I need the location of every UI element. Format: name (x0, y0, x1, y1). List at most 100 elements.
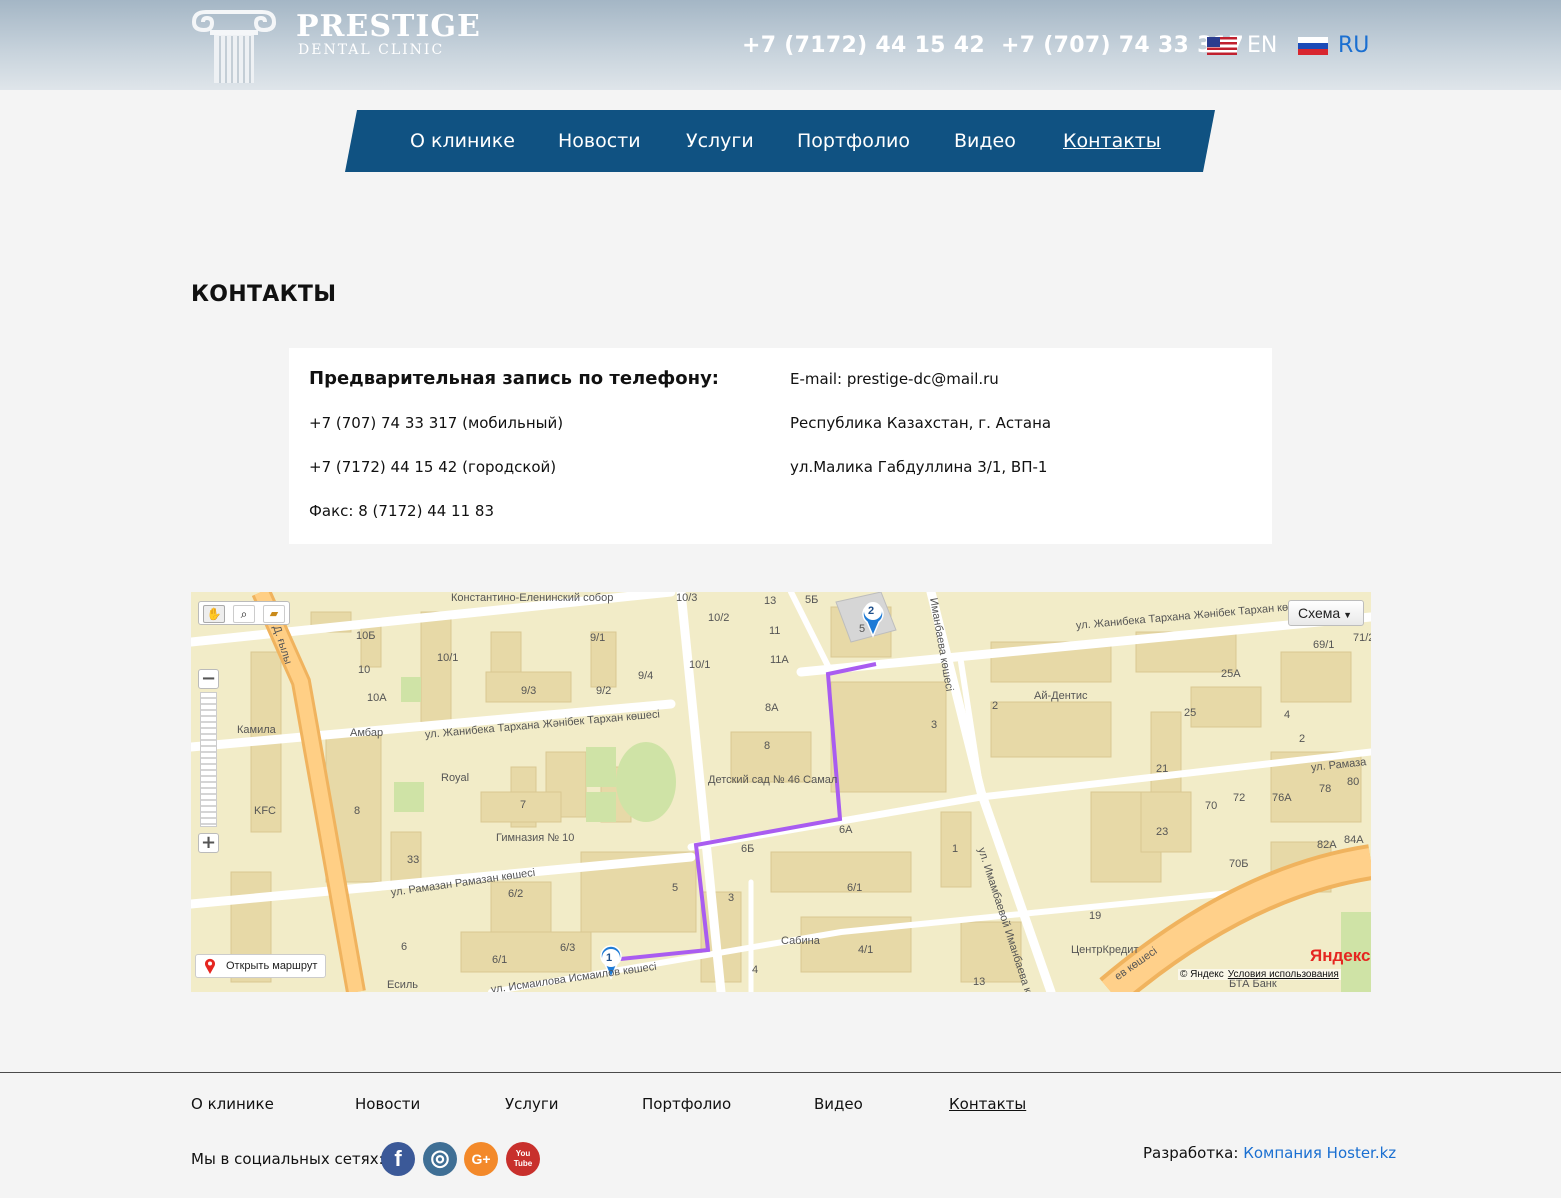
logo[interactable]: PRESTIGE DENTAL CLINIC (190, 8, 510, 83)
house-number: 4/1 (858, 944, 874, 956)
youtube-icon[interactable]: You Tube (506, 1142, 540, 1176)
house-number: 6Б (741, 843, 755, 855)
zoom-in-button[interactable]: + (198, 833, 219, 853)
house-number: 6А (839, 824, 853, 836)
footer-divider (0, 1072, 1561, 1073)
house-number: 82А (1317, 839, 1337, 851)
footer-nav-news[interactable]: Новости (355, 1094, 420, 1114)
house-number: 8А (765, 702, 779, 714)
house-number: 8 (354, 805, 361, 817)
house-number: 11 (769, 625, 781, 637)
house-number: 21 (1156, 763, 1169, 775)
email-address[interactable]: E-mail: prestige-dc@mail.ru (790, 369, 999, 389)
house-number: 25А (1221, 668, 1241, 680)
open-route-button[interactable]: Открыть маршрут (195, 954, 327, 978)
footer-nav-portfolio[interactable]: Портфолио (642, 1094, 731, 1114)
facebook-icon[interactable]: f (381, 1142, 415, 1176)
house-number: 2 (992, 700, 999, 712)
footer-nav-video[interactable]: Видео (814, 1094, 863, 1114)
marker-start-label[interactable]: 1 (606, 952, 612, 964)
house-number: 8 (764, 740, 771, 752)
lang-ru-label: RU (1338, 33, 1370, 58)
nav-item-about[interactable]: О клинике (410, 129, 515, 153)
footer-nav-about[interactable]: О клинике (191, 1094, 274, 1114)
house-number: 23 (1156, 826, 1169, 838)
house-number: 10/1 (437, 652, 459, 664)
page-title: КОНТАКТЫ (191, 282, 337, 307)
header-phone-city[interactable]: +7 (7172) 44 15 42 (742, 33, 985, 58)
yandex-map[interactable]: 1 2 Константино-Еленинский собор Ай-Дент… (191, 592, 1371, 992)
hand-tool-icon[interactable]: ✋ (203, 605, 225, 623)
house-number: 5 (859, 623, 866, 635)
mobile-phone[interactable]: +7 (707) 74 33 317 (мобильный) (309, 413, 563, 433)
google-plus-icon[interactable]: G+ (464, 1142, 498, 1176)
house-number: 10/1 (689, 659, 711, 671)
house-number: 10А (367, 692, 387, 704)
house-number: 13 (764, 595, 777, 607)
house-number: 70 (1205, 800, 1218, 812)
yandex-logo[interactable]: Яндекс (1310, 946, 1370, 966)
house-number: 80 (1347, 776, 1360, 788)
map-terms-link[interactable]: Условия использования (1228, 969, 1339, 980)
footer-nav-services[interactable]: Услуги (505, 1094, 558, 1114)
map-label-kfc: KFC (254, 805, 276, 817)
header-phones: +7 (7172) 44 15 42 +7 (707) 74 33 317 (742, 31, 1260, 61)
house-number: 69/1 (1313, 639, 1335, 651)
nav-item-news[interactable]: Новости (558, 129, 641, 153)
house-number: 10/3 (676, 592, 698, 604)
developer-link[interactable]: Компания Hoster.kz (1243, 1144, 1396, 1162)
map-label-ai-dentis: Ай-Дентис (1034, 690, 1088, 702)
magnifier-tool-icon[interactable]: ⌕ (233, 605, 255, 623)
nav-item-services[interactable]: Услуги (686, 129, 754, 153)
house-number: 6 (401, 941, 408, 953)
house-number: 72 (1233, 792, 1246, 804)
nav-item-video[interactable]: Видео (954, 129, 1016, 153)
house-number: 25 (1184, 707, 1197, 719)
open-route-label: Открыть маршрут (226, 960, 318, 972)
yandex-logo-text: Яндекс (1310, 946, 1371, 965)
house-number: 3 (931, 719, 938, 731)
map-type-label: Схема (1298, 605, 1341, 621)
house-number: 84А (1344, 834, 1364, 846)
house-number: 6/1 (847, 882, 863, 894)
nav-item-contacts[interactable]: Контакты (1063, 129, 1161, 153)
house-number: 76А (1272, 792, 1292, 804)
map-toolbar: ✋ ⌕ ▰ (198, 601, 290, 625)
house-number: 4 (752, 964, 759, 976)
chevron-down-icon: ▼ (1343, 610, 1353, 620)
booking-heading: Предварительная запись по телефону: (309, 368, 720, 389)
city-phone[interactable]: +7 (7172) 44 15 42 (городской) (309, 457, 556, 477)
house-number: 10 (358, 664, 371, 676)
house-number: 78 (1319, 783, 1332, 795)
logo-subtitle: DENTAL CLINIC (298, 42, 445, 58)
nav-item-portfolio[interactable]: Портфолио (797, 129, 910, 153)
instagram-icon[interactable]: ◎ (423, 1142, 457, 1176)
zoom-slider[interactable] (200, 692, 217, 827)
map-label-esil: Есиль (387, 979, 419, 991)
map-copyright-text: © Яндекс (1180, 969, 1224, 980)
ru-flag-icon (1298, 37, 1328, 55)
map-label-ambar: Амбар (350, 727, 384, 739)
zoom-out-button[interactable]: − (198, 669, 219, 689)
house-number: 9/3 (521, 685, 537, 697)
house-number: 9/1 (590, 632, 606, 644)
house-number: 19 (1089, 910, 1102, 922)
house-number: 71/2 (1353, 632, 1371, 644)
us-flag-icon (1207, 37, 1237, 55)
map-type-select[interactable]: Схема ▼ (1288, 600, 1364, 626)
house-number: 6/1 (492, 954, 508, 966)
house-number: 1 (952, 843, 959, 855)
map-canvas[interactable] (191, 592, 1371, 992)
house-number: 4 (1284, 709, 1291, 721)
house-number: 10Б (356, 630, 376, 642)
ruler-tool-icon[interactable]: ▰ (263, 605, 285, 623)
contacts-card: Предварительная запись по телефону: +7 (… (289, 348, 1272, 544)
footer-nav-contacts[interactable]: Контакты (949, 1094, 1026, 1114)
column-logo-icon (192, 10, 277, 83)
lang-en-link[interactable]: EN (1207, 33, 1277, 59)
house-number: 6/3 (560, 942, 576, 954)
map-label-centercredit: ЦентрКредит (1071, 944, 1139, 956)
house-number: 5 (672, 882, 679, 894)
marker-end-label[interactable]: 2 (868, 605, 874, 617)
lang-ru-link[interactable]: RU (1298, 33, 1369, 59)
